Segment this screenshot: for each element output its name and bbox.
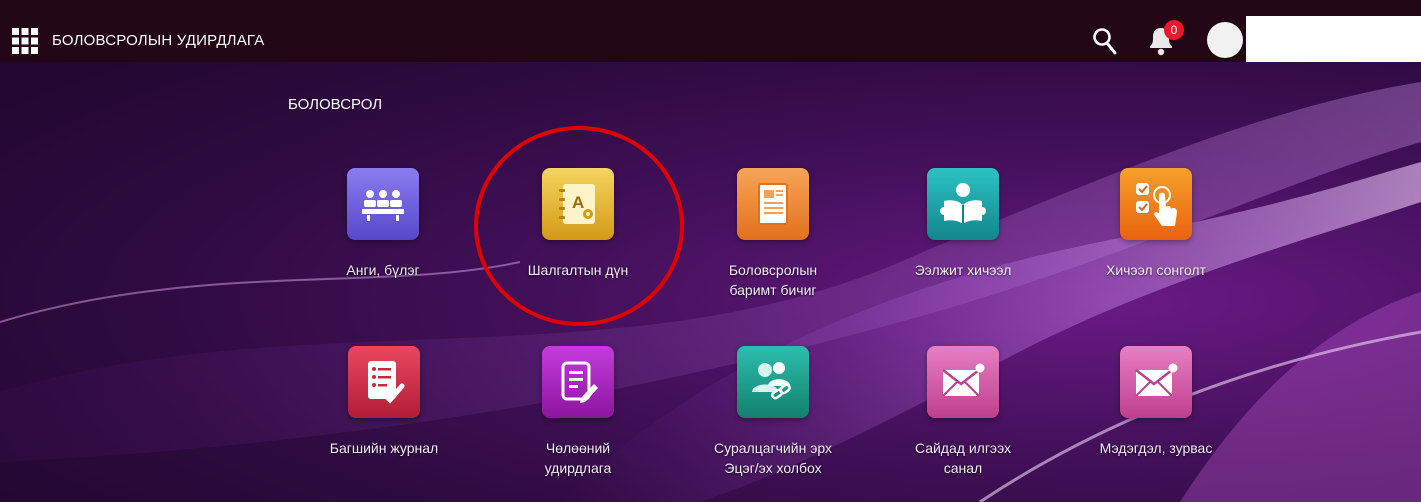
tile-label: Анги, бүлэг bbox=[346, 262, 420, 278]
tile-label: Чөлөөний удирдлага bbox=[544, 440, 612, 476]
app-window: БОЛОВСРОЛЫН УДИРДЛАГА 0 БОЛОВСРОЛ Анги, … bbox=[0, 0, 1421, 502]
tile-label: Суралцагчийн эрх Эцэг/эх холбох bbox=[714, 440, 832, 476]
mail-icon bbox=[1120, 346, 1192, 418]
tile-send-to-minister[interactable]: Сайдад илгээх санал bbox=[883, 346, 1043, 478]
search-icon[interactable] bbox=[1092, 26, 1118, 56]
user-info-box[interactable] bbox=[1246, 16, 1421, 62]
tile-classes[interactable]: Анги, бүлэг bbox=[303, 168, 463, 280]
document-icon bbox=[737, 168, 809, 240]
classroom-icon bbox=[347, 168, 419, 240]
reading-student-icon bbox=[927, 168, 999, 240]
notifications-button[interactable]: 0 bbox=[1144, 20, 1184, 58]
avatar[interactable] bbox=[1207, 22, 1243, 58]
tile-exam-results[interactable]: A Шалгалтын дүн bbox=[498, 168, 658, 280]
tile-label: Шалгалтын дүн bbox=[527, 262, 629, 278]
tile-course-selection[interactable]: Хичээл сонголт bbox=[1076, 168, 1236, 280]
notification-badge: 0 bbox=[1164, 20, 1184, 40]
tile-label: Ээлжит хичээл bbox=[914, 262, 1012, 278]
leave-request-icon bbox=[542, 346, 614, 418]
tile-label: Хичээл сонголт bbox=[1105, 262, 1207, 278]
tile-student-parent-link[interactable]: Суралцагчийн эрх Эцэг/эх холбох bbox=[693, 346, 853, 478]
mail-icon bbox=[927, 346, 999, 418]
section-title: БОЛОВСРОЛ bbox=[288, 96, 383, 113]
tile-label: Багшийн журнал bbox=[329, 440, 439, 456]
tile-label: Сайдад илгээх санал bbox=[914, 440, 1012, 476]
tile-label: Мэдэгдэл, зурвас bbox=[1099, 440, 1213, 456]
app-title: БОЛОВСРОЛЫН УДИРДЛАГА bbox=[52, 32, 265, 49]
selection-touch-icon bbox=[1120, 168, 1192, 240]
tile-teacher-journal[interactable]: Багшийн журнал bbox=[304, 346, 464, 458]
svg-text:A: A bbox=[572, 193, 584, 212]
link-users-icon bbox=[737, 346, 809, 418]
tile-leave-management[interactable]: Чөлөөний удирдлага bbox=[498, 346, 658, 478]
tile-label: Боловсролын баримт бичиг bbox=[728, 262, 818, 298]
app-grid-icon[interactable] bbox=[12, 28, 38, 54]
tile-education-documents[interactable]: Боловсролын баримт бичиг bbox=[693, 168, 853, 300]
top-bar bbox=[0, 0, 1421, 62]
teacher-journal-icon bbox=[348, 346, 420, 418]
tile-regular-lessons[interactable]: Ээлжит хичээл bbox=[883, 168, 1043, 280]
tile-notifications-messages[interactable]: Мэдэгдэл, зурвас bbox=[1076, 346, 1236, 458]
exam-results-icon: A bbox=[542, 168, 614, 240]
